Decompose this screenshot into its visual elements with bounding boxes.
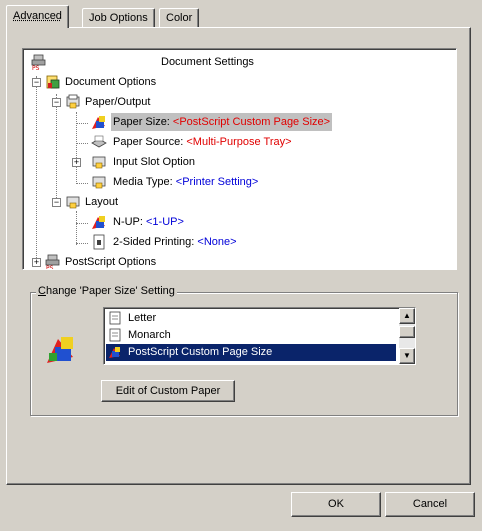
expand-icon[interactable]: + <box>72 158 81 167</box>
media-type-icon <box>92 176 106 189</box>
printer-ps-icon: PS <box>31 54 46 70</box>
document-page-icon <box>93 234 105 250</box>
tree-connector <box>76 183 88 184</box>
tree-connector <box>76 143 88 144</box>
group-title: Change 'Paper Size' Setting <box>36 285 177 297</box>
tree-connector <box>76 211 77 245</box>
document-page-icon <box>109 311 121 325</box>
tab-job-options[interactable]: Job Options <box>82 8 155 27</box>
paper-size-listbox[interactable]: Letter Monarch PostScript Custom Page Si… <box>103 307 416 365</box>
listbox-scrollbar[interactable]: ▲ ▼ <box>399 308 415 364</box>
collapse-icon[interactable]: − <box>52 198 61 207</box>
tree-connector <box>76 223 88 224</box>
layout-icon <box>66 196 80 209</box>
cancel-button[interactable]: Cancel <box>385 492 475 517</box>
edit-custom-paper-button[interactable]: Edit of Custom Paper <box>101 380 235 402</box>
media-type-label: Media Type: <box>113 176 176 188</box>
n-up-value: <1-UP> <box>146 216 184 228</box>
ok-button[interactable]: OK <box>291 492 381 517</box>
two-sided-value: <None> <box>197 236 237 248</box>
paper-source-icon <box>91 135 107 148</box>
n-up-icon <box>92 216 105 229</box>
tree-connector <box>76 243 88 244</box>
n-up-label: N-UP: <box>113 216 146 228</box>
paper-size-icon <box>92 116 105 129</box>
tree-connector <box>76 123 88 124</box>
paper-output-icon <box>66 94 80 109</box>
expand-icon[interactable]: + <box>32 258 41 267</box>
settings-tree[interactable]: PS Document Settings − Document Options … <box>22 48 457 270</box>
change-paper-size-group: Change 'Paper Size' Setting Letter Monar… <box>30 285 458 416</box>
collapse-icon[interactable]: − <box>32 78 41 87</box>
svg-text:PS: PS <box>32 65 40 70</box>
paper-source-label: Paper Source: <box>113 136 187 148</box>
document-page-icon <box>109 328 121 342</box>
document-options-icon <box>46 75 60 89</box>
list-item[interactable]: Letter <box>106 310 396 327</box>
svg-text:PS: PS <box>46 265 54 270</box>
scroll-up-icon[interactable]: ▲ <box>399 308 415 324</box>
paper-size-large-icon <box>47 337 73 363</box>
input-slot-icon <box>92 156 106 169</box>
two-sided-label: 2-Sided Printing: <box>113 236 198 248</box>
printer-ps-icon: PS <box>45 254 60 270</box>
media-type-value: <Printer Setting> <box>175 176 259 188</box>
paper-source-value: <Multi-Purpose Tray> <box>186 136 292 148</box>
scroll-down-icon[interactable]: ▼ <box>399 348 415 364</box>
tree-connector <box>36 76 37 266</box>
collapse-icon[interactable]: − <box>52 98 61 107</box>
list-item[interactable]: Monarch <box>106 327 396 344</box>
paper-size-value: <PostScript Custom Page Size> <box>172 116 331 128</box>
scrollbar-thumb[interactable] <box>399 326 415 338</box>
paper-size-label: Paper Size: <box>113 116 173 128</box>
paper-size-icon <box>109 347 120 358</box>
tree-connector <box>56 94 57 206</box>
tab-color[interactable]: Color <box>159 8 200 27</box>
list-item-selected[interactable]: PostScript Custom Page Size <box>106 344 396 361</box>
tab-advanced[interactable]: Advanced <box>6 5 69 28</box>
